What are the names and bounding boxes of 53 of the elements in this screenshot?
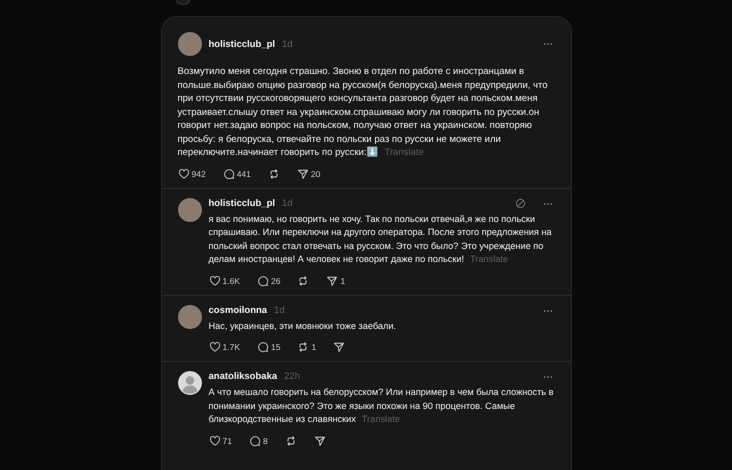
like-button[interactable]: 1.6K	[208, 274, 240, 286]
repost-button[interactable]	[284, 434, 297, 446]
post-time: 22h	[284, 371, 300, 382]
hidden-icon[interactable]	[514, 198, 526, 208]
post-text: Нас, украинцев, эти мовнюки тоже заебали.	[208, 320, 398, 333]
repost-button[interactable]	[268, 168, 280, 180]
avatar-photo[interactable]	[178, 304, 202, 328]
reply-button[interactable]: 26	[257, 274, 280, 286]
share-button[interactable]	[314, 434, 326, 446]
like-button[interactable]: 942	[178, 168, 206, 180]
share-button[interactable]	[333, 341, 346, 353]
paper-plane-icon	[326, 274, 338, 286]
paper-plane-icon	[333, 341, 346, 353]
avatar-photo[interactable]	[178, 198, 202, 222]
username-link[interactable]: holisticclub_pl	[208, 198, 276, 208]
username-link[interactable]: holisticclub_pl	[208, 38, 276, 50]
repost-icon	[284, 434, 297, 446]
reply-button[interactable]: 441	[222, 168, 251, 180]
like-button[interactable]: 71	[208, 434, 232, 446]
speech-bubble-icon	[222, 168, 235, 180]
more-icon[interactable]	[542, 202, 552, 206]
speech-bubble-icon	[257, 274, 269, 286]
post-text: А что мешало говорить на белорусском? Или например в чем была сложность в понимании украинского? Это же языки похожи на 90 процентов. Самые близкородственные из славянских Translate	[208, 386, 554, 426]
more-icon[interactable]	[542, 308, 552, 312]
repost-icon	[268, 168, 280, 180]
speech-bubble-icon	[248, 434, 261, 446]
reply-button[interactable]: 8	[248, 434, 268, 446]
heart-icon	[178, 168, 190, 180]
post-time: 1d	[282, 38, 293, 50]
speech-bubble-icon	[257, 341, 269, 353]
heart-icon	[208, 341, 220, 353]
repost-icon	[297, 341, 310, 353]
heart-icon	[208, 434, 220, 446]
post-text: Возмутило меня сегодня страшно. Звоню в отдел по работе с иностранцами в польше.выбираю опцию разговор на русском(я белоруска).меня предупредили, что при отсутствии русскоговорящего консультанта разговор будет на польском.меня устраивает.слышу ответ на украинском.спрашиваю могу ли говорить по русски.он говорит нет.задаю вопрос на польском, получаю ответ на украинском. повторяю просьбу: я белоруска, отвечайте по польски раз по русски не можете или переключите.начинает говорить по русски:⬇ Translate	[178, 65, 549, 160]
avatar-photo[interactable]	[178, 32, 202, 56]
post-time: 1d	[282, 198, 293, 208]
more-icon[interactable]	[542, 42, 552, 46]
repost-button[interactable]: 1	[297, 341, 316, 353]
paper-plane-icon	[296, 168, 309, 180]
repost-icon	[297, 274, 310, 286]
post-time: 1d	[274, 304, 285, 316]
share-button[interactable]: 1	[326, 274, 346, 286]
like-button[interactable]: 1.7K	[208, 341, 240, 353]
username-link[interactable]: anatoliksobaka	[208, 371, 278, 382]
share-button[interactable]: 20	[296, 168, 320, 180]
username-link[interactable]: cosmoilonna	[208, 304, 268, 316]
repost-button[interactable]	[297, 274, 310, 286]
post-text: я вас понимаю, но говорить не хочу. Так по польски отвечай,я же по польски спрашиваю. Или переключи на другого оператора. После этого предложения на польский вопрос стал отвечать на русском. Это что было? Это учреждение по делам иностранцев! А человек не говорит даже по польски! Translate	[208, 212, 553, 266]
avatar-icon[interactable]	[178, 371, 202, 395]
heart-icon	[208, 274, 220, 286]
reply-button[interactable]: 15	[257, 341, 280, 353]
more-icon[interactable]	[542, 375, 552, 379]
paper-plane-icon	[314, 434, 326, 446]
